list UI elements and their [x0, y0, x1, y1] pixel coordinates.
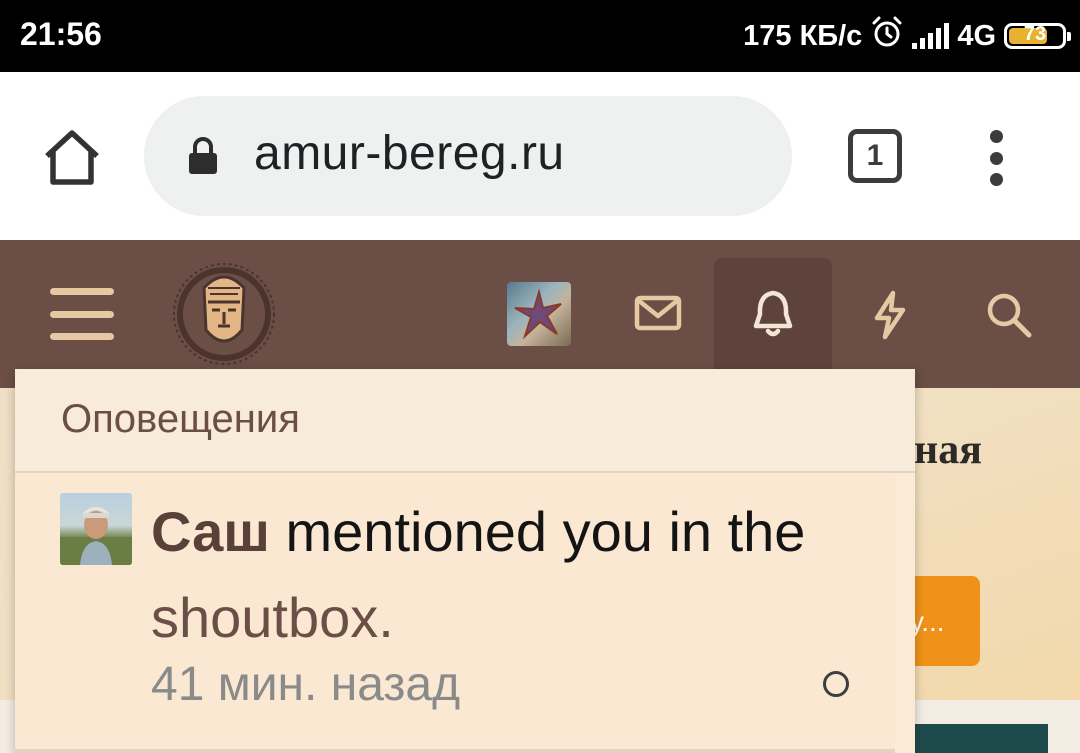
- url-text: amur-bereg.ru: [254, 127, 565, 180]
- network-type: 4G: [957, 19, 996, 52]
- battery-tip: [1067, 32, 1071, 41]
- signal-bars-icon: [912, 23, 950, 49]
- more-vertical-icon[interactable]: [984, 130, 1008, 186]
- notifications-tab[interactable]: [714, 258, 832, 382]
- notification-text: Саш mentioned you in the shoutbox.: [151, 489, 871, 661]
- network-speed: 175 КБ/с: [743, 19, 863, 52]
- avatar[interactable]: [60, 493, 132, 565]
- page-heading-fragment: ная: [914, 427, 982, 473]
- notification-item[interactable]: Саш mentioned you in the shoutbox. 41 ми…: [15, 473, 895, 753]
- browser-toolbar: amur-bereg.ru 1: [0, 72, 1080, 240]
- search-icon[interactable]: [984, 290, 1034, 345]
- tab-switcher-button[interactable]: 1: [848, 129, 902, 183]
- lock-icon: [186, 136, 220, 181]
- notification-time: 41 мин. назад: [151, 658, 461, 711]
- battery-icon: 73: [1004, 23, 1071, 49]
- menu-icon[interactable]: [50, 288, 114, 340]
- page-button-label: у...: [910, 606, 945, 637]
- bell-icon: [751, 288, 795, 345]
- notifications-header: Оповещения: [15, 369, 915, 473]
- lightning-icon[interactable]: [870, 290, 910, 345]
- home-icon[interactable]: [38, 124, 106, 192]
- status-indicators: 175 КБ/с 4G 73: [743, 14, 1071, 58]
- mail-icon[interactable]: [634, 288, 682, 345]
- site-header: [0, 240, 1080, 388]
- status-bar: 21:56 175 КБ/с 4G 73: [0, 0, 1080, 72]
- notifications-popup: Оповещения Саш mentioned you in the shou…: [15, 369, 915, 753]
- notification-content-link[interactable]: shoutbox.: [151, 586, 394, 649]
- alarm-clock-icon: [870, 15, 904, 57]
- notifications-title[interactable]: Оповещения: [61, 397, 300, 442]
- content-image: [914, 724, 1048, 753]
- address-bar[interactable]: amur-bereg.ru: [144, 96, 792, 216]
- user-avatar[interactable]: [507, 282, 571, 346]
- notification-user[interactable]: Саш: [151, 500, 270, 563]
- mark-read-button[interactable]: [823, 671, 849, 697]
- battery-percent: 73: [1023, 23, 1047, 45]
- site-logo[interactable]: [168, 260, 280, 373]
- status-time: 21:56: [20, 16, 102, 52]
- notification-action: mentioned you in the: [285, 500, 806, 563]
